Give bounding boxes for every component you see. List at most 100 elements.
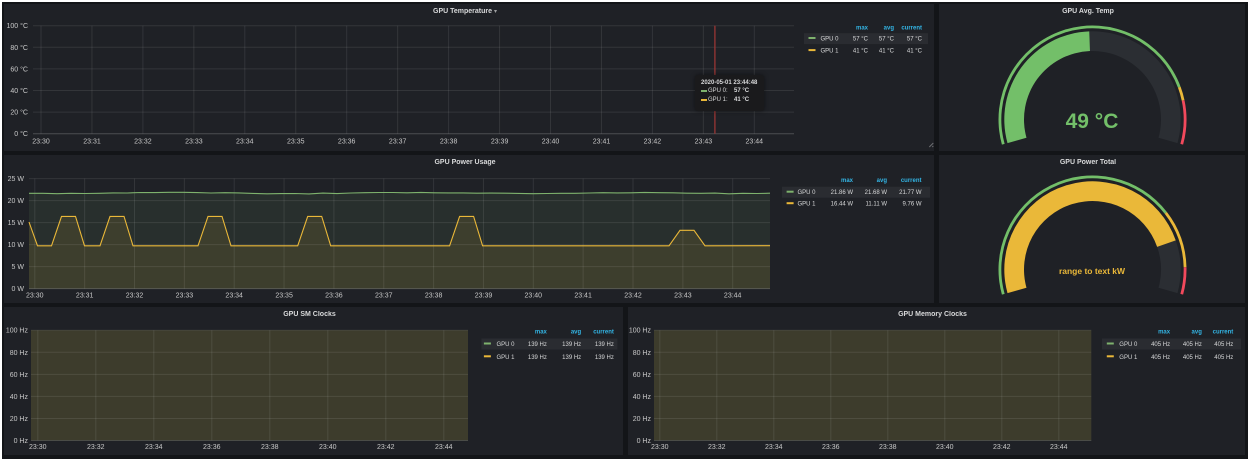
svg-text:0 W: 0 W — [12, 286, 25, 293]
svg-text:57 °C: 57 °C — [853, 37, 869, 43]
svg-text:23:36: 23:36 — [822, 444, 840, 451]
svg-text:23:38: 23:38 — [440, 139, 458, 146]
svg-text:23:36: 23:36 — [203, 444, 221, 451]
svg-text:23:31: 23:31 — [83, 139, 101, 146]
svg-text:23:41: 23:41 — [593, 139, 611, 146]
svg-text:15 W: 15 W — [8, 220, 25, 227]
svg-text:23:32: 23:32 — [126, 293, 144, 300]
svg-text:23:40: 23:40 — [542, 139, 560, 146]
svg-text:40 Hz: 40 Hz — [633, 394, 652, 401]
svg-text:405 Hz: 405 Hz — [1183, 342, 1202, 348]
svg-text:23:38: 23:38 — [261, 444, 279, 451]
svg-text:405 Hz: 405 Hz — [1214, 355, 1233, 361]
svg-text:23:36: 23:36 — [325, 293, 343, 300]
svg-text:23:42: 23:42 — [624, 293, 642, 300]
svg-text:40 Hz: 40 Hz — [10, 394, 29, 401]
svg-text:GPU 1: GPU 1 — [798, 202, 817, 208]
svg-text:139 Hz: 139 Hz — [595, 355, 614, 361]
svg-text:40 °C: 40 °C — [10, 87, 28, 95]
svg-text:23:44: 23:44 — [724, 293, 742, 300]
svg-text:23:33: 23:33 — [185, 139, 203, 146]
svg-text:80 Hz: 80 Hz — [10, 350, 29, 357]
svg-text:23:42: 23:42 — [377, 444, 395, 451]
svg-text:139 Hz: 139 Hz — [595, 342, 614, 348]
svg-text:23:42: 23:42 — [993, 444, 1011, 451]
svg-text:405 Hz: 405 Hz — [1214, 342, 1233, 348]
svg-text:139 Hz: 139 Hz — [528, 355, 547, 361]
svg-text:23:34: 23:34 — [145, 444, 163, 451]
svg-text:23:40: 23:40 — [319, 444, 337, 451]
svg-text:405 Hz: 405 Hz — [1151, 355, 1170, 361]
svg-text:60 Hz: 60 Hz — [633, 372, 652, 379]
svg-text:20 °C: 20 °C — [10, 109, 28, 117]
svg-text:23:32: 23:32 — [708, 444, 726, 451]
svg-text:20 W: 20 W — [8, 198, 25, 205]
svg-text:100 °C: 100 °C — [7, 22, 28, 30]
svg-text:57 °C: 57 °C — [907, 37, 923, 43]
svg-text:23:30: 23:30 — [29, 444, 47, 451]
svg-text:current: current — [593, 329, 614, 335]
svg-text:23:30: 23:30 — [32, 139, 50, 146]
svg-text:23:44: 23:44 — [746, 139, 764, 146]
svg-text:11.11 W: 11.11 W — [866, 202, 888, 208]
svg-text:20 Hz: 20 Hz — [10, 416, 29, 423]
svg-text:GPU 1: GPU 1 — [821, 49, 840, 55]
svg-text:100 Hz: 100 Hz — [629, 328, 652, 335]
svg-text:23:39: 23:39 — [491, 139, 509, 146]
svg-text:max: max — [1158, 329, 1171, 335]
svg-text:23:41: 23:41 — [574, 293, 592, 300]
svg-text:23:37: 23:37 — [375, 293, 393, 300]
svg-text:9.76 W: 9.76 W — [902, 202, 921, 208]
svg-text:max: max — [535, 329, 548, 335]
svg-text:80 Hz: 80 Hz — [633, 350, 652, 357]
svg-text:23:31: 23:31 — [76, 293, 94, 300]
svg-text:23:35: 23:35 — [275, 293, 293, 300]
svg-text:23:40: 23:40 — [936, 444, 954, 451]
svg-text:21.86 W: 21.86 W — [831, 190, 854, 196]
svg-text:23:39: 23:39 — [475, 293, 493, 300]
svg-text:avg: avg — [571, 329, 582, 335]
svg-text:23:35: 23:35 — [287, 139, 305, 146]
svg-text:41 °C: 41 °C — [907, 49, 923, 55]
svg-text:405 Hz: 405 Hz — [1183, 355, 1202, 361]
svg-text:21.68 W: 21.68 W — [865, 190, 888, 196]
svg-text:GPU 0: GPU 0 — [1119, 342, 1138, 348]
svg-text:0 Hz: 0 Hz — [14, 438, 29, 445]
svg-text:23:38: 23:38 — [879, 444, 897, 451]
svg-text:405 Hz: 405 Hz — [1151, 342, 1170, 348]
svg-text:23:33: 23:33 — [176, 293, 194, 300]
svg-text:23:37: 23:37 — [389, 139, 407, 146]
svg-text:0 °C: 0 °C — [14, 130, 28, 138]
svg-text:10 W: 10 W — [8, 242, 25, 249]
svg-text:139 Hz: 139 Hz — [562, 355, 581, 361]
svg-text:139 Hz: 139 Hz — [528, 342, 547, 348]
svg-text:23:44: 23:44 — [1050, 444, 1068, 451]
svg-text:avg: avg — [1192, 329, 1203, 335]
svg-text:23:30: 23:30 — [26, 293, 44, 300]
svg-text:80 °C: 80 °C — [10, 44, 28, 52]
svg-text:20 Hz: 20 Hz — [633, 416, 652, 423]
svg-text:23:32: 23:32 — [87, 444, 105, 451]
svg-text:avg: avg — [884, 26, 895, 32]
svg-text:23:38: 23:38 — [425, 293, 443, 300]
svg-text:current: current — [901, 26, 922, 32]
svg-text:23:34: 23:34 — [225, 293, 243, 300]
svg-text:41 °C: 41 °C — [879, 49, 895, 55]
svg-text:23:43: 23:43 — [695, 139, 713, 146]
svg-text:23:42: 23:42 — [644, 139, 662, 146]
svg-text:139 Hz: 139 Hz — [562, 342, 581, 348]
svg-text:57 °C: 57 °C — [879, 37, 895, 43]
svg-text:GPU 0: GPU 0 — [821, 37, 840, 43]
svg-text:100 Hz: 100 Hz — [6, 328, 29, 335]
svg-text:GPU 0: GPU 0 — [497, 342, 516, 348]
svg-text:60 °C: 60 °C — [10, 65, 28, 73]
svg-text:23:43: 23:43 — [674, 293, 692, 300]
svg-text:max: max — [841, 178, 854, 184]
svg-text:21.77 W: 21.77 W — [899, 190, 922, 196]
svg-text:25 W: 25 W — [8, 176, 25, 183]
svg-text:GPU 1: GPU 1 — [497, 355, 516, 361]
svg-text:23:44: 23:44 — [435, 444, 453, 451]
svg-text:41 °C: 41 °C — [853, 49, 869, 55]
svg-text:23:36: 23:36 — [338, 139, 356, 146]
svg-text:16.44 W: 16.44 W — [831, 202, 854, 208]
